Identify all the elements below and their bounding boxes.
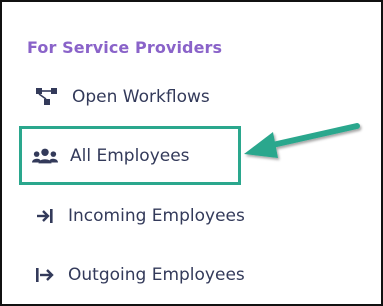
nav-item-label: All Employees [70,146,190,166]
nav-item-label: Open Workflows [72,87,210,107]
nav-item-label: Incoming Employees [68,206,245,226]
arrow-into-bar-icon [34,205,56,227]
nav-item-open-workflows[interactable]: Open Workflows [34,82,210,112]
workflow-icon [34,86,60,108]
nav-item-all-employees[interactable]: All Employees [32,141,190,171]
arrow-from-bar-icon [34,264,56,286]
nav-item-label: Outgoing Employees [68,265,245,285]
callout-arrow-icon [244,123,360,158]
users-icon [32,145,58,167]
nav-item-incoming-employees[interactable]: Incoming Employees [34,201,245,231]
section-title: For Service Providers [27,38,223,57]
menu-panel: For Service Providers Open Workflows All… [0,0,383,306]
nav-item-outgoing-employees[interactable]: Outgoing Employees [34,260,245,290]
